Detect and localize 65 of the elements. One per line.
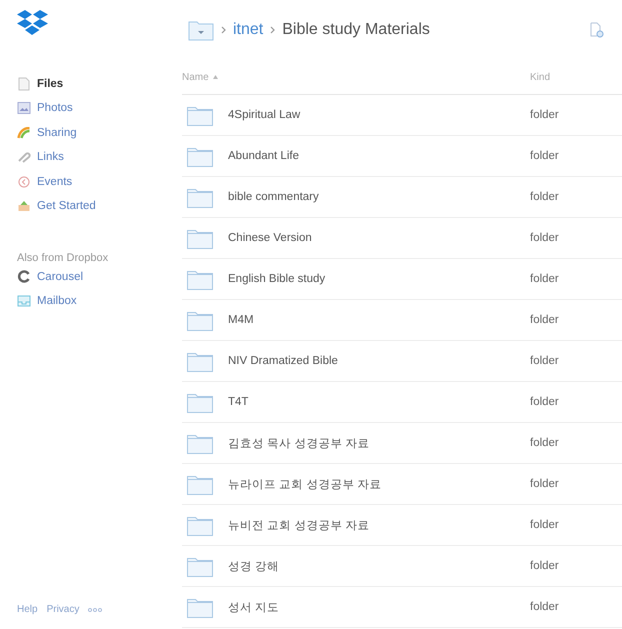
table-cell-text: folder — [530, 314, 560, 326]
breadcrumb-link[interactable]: itnet — [233, 21, 264, 39]
folder-icon — [187, 596, 213, 618]
file-name[interactable]: English Bible study — [228, 273, 326, 285]
sidebar-item[interactable]: Carousel — [17, 267, 160, 286]
table-cell-text: folder — [530, 150, 560, 162]
file-name[interactable]: 성경 강해 — [228, 558, 280, 574]
folder-icon — [187, 186, 213, 208]
folder-icon — [187, 104, 213, 126]
table-cell-text: folder — [530, 396, 560, 408]
gift-icon — [17, 200, 31, 212]
chevron-icon — [221, 26, 226, 34]
sidebar-item[interactable]: Files — [17, 74, 160, 94]
folder-icon — [187, 310, 213, 330]
file-name[interactable]: T4T — [228, 396, 248, 408]
document-icon — [17, 76, 31, 91]
table-cell-text: folder — [530, 560, 560, 572]
sidebar-item[interactable]: Sharing — [17, 123, 160, 142]
folder-icon — [187, 228, 213, 248]
table-cell-text: folder — [530, 273, 560, 285]
file-name[interactable]: 성서 지도 — [228, 600, 280, 614]
table-cell-text: folder — [530, 519, 560, 531]
dropbox-logo[interactable] — [17, 10, 48, 38]
sidebar-item[interactable]: Get Started — [17, 196, 160, 216]
section-heading: Also from Dropbox — [17, 252, 110, 264]
table-cell-text: folder — [530, 601, 560, 613]
folder-icon — [187, 474, 213, 494]
file-name[interactable]: NIV Dramatized Bible — [228, 355, 338, 367]
file-name[interactable]: bible commentary — [228, 191, 319, 203]
sort-arrow-icon — [212, 75, 218, 79]
picture-icon — [17, 102, 31, 114]
sidebar-item[interactable]: Events — [17, 172, 160, 192]
file-name[interactable]: 뉴라이프 교회 성경공부 자료 — [228, 476, 382, 492]
table-cell-text: folder — [530, 109, 560, 121]
paperclip-icon — [17, 151, 31, 164]
clock-icon — [17, 176, 31, 188]
folder-icon — [187, 146, 213, 166]
folder-icon — [187, 432, 213, 454]
table-cell-text: folder — [530, 437, 560, 449]
sidebar-item[interactable]: Photos — [17, 98, 160, 118]
table-cell-text: folder — [530, 232, 560, 244]
table-cell-text: folder — [530, 355, 560, 367]
folder-menu-icon[interactable] — [188, 19, 214, 41]
file-name[interactable]: 4Spiritual Law — [228, 109, 300, 121]
folder-icon — [187, 268, 213, 290]
sidebar-item[interactable]: Mailbox — [17, 292, 160, 311]
new-file-icon[interactable] — [590, 22, 604, 38]
folder-icon — [187, 392, 213, 412]
folder-icon — [187, 350, 213, 372]
chevron-icon — [270, 26, 276, 34]
folder-icon — [187, 556, 213, 576]
sidebar-item[interactable]: Links — [17, 148, 160, 167]
file-name[interactable]: 뉴비전 교회 성경공부 자료 — [228, 518, 370, 532]
file-name[interactable]: 김효성 목사 성경공부 자료 — [228, 436, 370, 450]
file-name[interactable]: Chinese Version — [228, 232, 312, 244]
folder-title: Bible study Materials — [282, 21, 430, 39]
more-icon[interactable] — [88, 608, 102, 612]
folder-icon — [187, 514, 213, 536]
file-name[interactable]: Abundant Life — [228, 150, 299, 162]
table-cell-text: folder — [530, 478, 560, 490]
file-name[interactable]: M4M — [228, 314, 254, 326]
rainbow-icon — [17, 126, 31, 139]
tray-icon — [17, 295, 31, 308]
table-cell-text: folder — [530, 191, 560, 203]
ring-icon — [17, 270, 31, 284]
